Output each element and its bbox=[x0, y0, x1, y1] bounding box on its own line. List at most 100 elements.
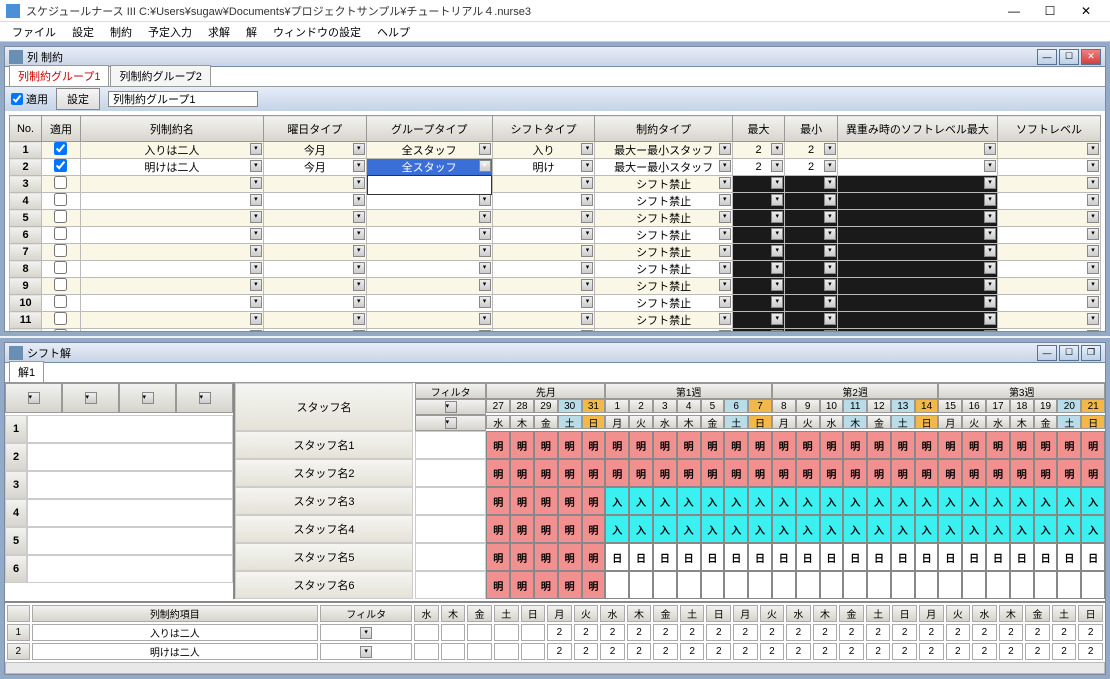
softlevel-max-cell[interactable]: ▾ bbox=[837, 210, 997, 227]
shift-cell[interactable]: 入 bbox=[724, 515, 748, 543]
dropdown-icon[interactable]: ▾ bbox=[984, 330, 996, 331]
dropdown-icon[interactable]: ▾ bbox=[984, 160, 996, 172]
shift-cell[interactable]: 入 bbox=[629, 487, 653, 515]
shift-cell[interactable]: 明 bbox=[962, 459, 986, 487]
min-cell[interactable]: ▾ bbox=[785, 176, 838, 193]
min-cell[interactable]: ▾ bbox=[785, 295, 838, 312]
blank-header[interactable]: ▾ bbox=[62, 383, 119, 413]
grouptype-cell[interactable]: 全スタッフ▾全スタッフ bbox=[366, 159, 492, 176]
dropdown-icon[interactable]: ▾ bbox=[353, 296, 365, 308]
dropdown-icon[interactable]: ▾ bbox=[984, 245, 996, 257]
dropdown-icon[interactable]: ▾ bbox=[360, 627, 372, 639]
row-number[interactable]: 3 bbox=[5, 471, 27, 499]
dropdown-icon[interactable]: ▾ bbox=[581, 296, 593, 308]
dropdown-icon[interactable]: ▾ bbox=[581, 262, 593, 274]
apply-cell[interactable] bbox=[42, 329, 81, 332]
group-name-input[interactable] bbox=[108, 91, 258, 107]
shift-cell[interactable]: 明 bbox=[534, 459, 558, 487]
dropdown-icon[interactable]: ▾ bbox=[479, 194, 491, 206]
daytype-cell[interactable]: ▾ bbox=[263, 261, 366, 278]
dropdown-icon[interactable]: ▾ bbox=[581, 143, 593, 155]
constraint-name-cell[interactable]: ▾ bbox=[80, 193, 263, 210]
shifttype-cell[interactable]: ▾ bbox=[492, 227, 595, 244]
shift-cell[interactable]: 明 bbox=[891, 431, 915, 459]
constrainttype-cell[interactable]: 最大ー最小スタッフ▾ bbox=[595, 159, 732, 176]
constraints-grid[interactable]: No.適用列制約名曜日タイプグループタイプシフトタイプ制約タイプ最大最小異重み時… bbox=[9, 115, 1101, 331]
row-number[interactable]: 2 bbox=[7, 643, 30, 660]
softlevel-cell[interactable]: ▾ bbox=[997, 142, 1100, 159]
shift-cell[interactable]: 明 bbox=[796, 459, 820, 487]
softlevel-max-cell[interactable]: ▾ bbox=[837, 312, 997, 329]
shift-cell[interactable]: 入 bbox=[629, 515, 653, 543]
daytype-cell[interactable]: 今月▾ bbox=[263, 159, 366, 176]
shift-cell[interactable]: 日 bbox=[701, 543, 725, 571]
constraint-name-cell[interactable]: ▾ bbox=[80, 261, 263, 278]
shift-cell[interactable]: 明 bbox=[582, 571, 606, 599]
grouptype-cell[interactable]: ▾ bbox=[366, 244, 492, 261]
max-cell[interactable]: ▾ bbox=[732, 193, 785, 210]
shift-cell[interactable]: 日 bbox=[677, 543, 701, 571]
shift-cell[interactable]: 入 bbox=[1057, 515, 1081, 543]
dropdown-icon[interactable]: ▾ bbox=[824, 143, 836, 155]
dropdown-icon[interactable]: ▾ bbox=[250, 296, 262, 308]
shift-cell[interactable]: 明 bbox=[748, 459, 772, 487]
shift-cell[interactable]: 明 bbox=[629, 431, 653, 459]
dropdown-icon[interactable]: ▾ bbox=[771, 143, 783, 155]
apply-cell[interactable] bbox=[42, 261, 81, 278]
dropdown-icon[interactable]: ▾ bbox=[581, 177, 593, 189]
min-cell[interactable]: ▾ bbox=[785, 312, 838, 329]
dropdown-icon[interactable]: ▾ bbox=[479, 313, 491, 325]
shift-cell[interactable]: 入 bbox=[1081, 515, 1105, 543]
shift-cell[interactable]: 明 bbox=[986, 459, 1010, 487]
day-number[interactable]: 20 bbox=[1057, 399, 1081, 413]
panel-minimize-button[interactable]: — bbox=[1037, 49, 1057, 65]
day-number[interactable]: 17 bbox=[986, 399, 1010, 413]
min-cell[interactable]: ▾ bbox=[785, 329, 838, 332]
shift-cell[interactable] bbox=[962, 571, 986, 599]
shift-cell[interactable]: 日 bbox=[1034, 543, 1058, 571]
softlevel-max-cell[interactable]: ▾ bbox=[837, 329, 997, 332]
day-number[interactable]: 1 bbox=[605, 399, 629, 413]
dropdown-icon[interactable]: ▾ bbox=[984, 228, 996, 240]
col-header[interactable]: グループタイプ bbox=[366, 116, 492, 142]
dropdown-icon[interactable]: ▾ bbox=[719, 228, 731, 240]
shifttype-cell[interactable]: ▾ bbox=[492, 261, 595, 278]
dropdown-icon[interactable]: ▾ bbox=[353, 228, 365, 240]
blank-header[interactable]: ▾ bbox=[119, 383, 176, 413]
shift-cell[interactable]: 明 bbox=[1057, 431, 1081, 459]
shift-cell[interactable]: 明 bbox=[558, 459, 582, 487]
summary-filter-cell[interactable]: ▾ bbox=[320, 624, 412, 641]
dropdown-icon[interactable]: ▾ bbox=[719, 160, 731, 172]
menu-制約[interactable]: 制約 bbox=[102, 22, 140, 42]
row-number[interactable]: 1 bbox=[10, 142, 42, 159]
shift-cell[interactable]: 日 bbox=[891, 543, 915, 571]
dropdown-icon[interactable]: ▾ bbox=[719, 143, 731, 155]
shifttype-cell[interactable]: ▾ bbox=[492, 210, 595, 227]
col-header[interactable]: シフトタイプ bbox=[492, 116, 595, 142]
shift-cell[interactable]: 入 bbox=[1034, 515, 1058, 543]
filter-cell[interactable]: フィルタ bbox=[415, 383, 486, 399]
dropdown-icon[interactable]: ▾ bbox=[85, 392, 97, 404]
apply-cell[interactable] bbox=[42, 159, 81, 176]
dropdown-icon[interactable]: ▾ bbox=[1087, 245, 1099, 257]
day-number[interactable]: 9 bbox=[796, 399, 820, 413]
shift-cell[interactable]: 入 bbox=[653, 515, 677, 543]
apply-cell[interactable] bbox=[42, 295, 81, 312]
dropdown-icon[interactable]: ▾ bbox=[353, 194, 365, 206]
shift-cell[interactable]: 日 bbox=[772, 543, 796, 571]
shift-cell[interactable]: 明 bbox=[1010, 431, 1034, 459]
shift-cell[interactable]: 日 bbox=[605, 543, 629, 571]
shift-cell[interactable]: 明 bbox=[510, 487, 534, 515]
constrainttype-cell[interactable]: シフト禁止▾ bbox=[595, 312, 732, 329]
shifttype-cell[interactable]: ▾ bbox=[492, 278, 595, 295]
shift-cell[interactable]: 明 bbox=[510, 571, 534, 599]
panel-close-button[interactable]: ✕ bbox=[1081, 49, 1101, 65]
daytype-cell[interactable]: ▾ bbox=[263, 193, 366, 210]
shift-cell[interactable]: 入 bbox=[1034, 487, 1058, 515]
dropdown-icon[interactable]: ▾ bbox=[824, 177, 836, 189]
shift-cell[interactable]: 明 bbox=[867, 459, 891, 487]
dropdown-icon[interactable]: ▾ bbox=[771, 262, 783, 274]
tab-group1[interactable]: 列制約グループ1 bbox=[9, 65, 109, 86]
dropdown-icon[interactable]: ▾ bbox=[984, 211, 996, 223]
row-number[interactable]: 10 bbox=[10, 295, 42, 312]
